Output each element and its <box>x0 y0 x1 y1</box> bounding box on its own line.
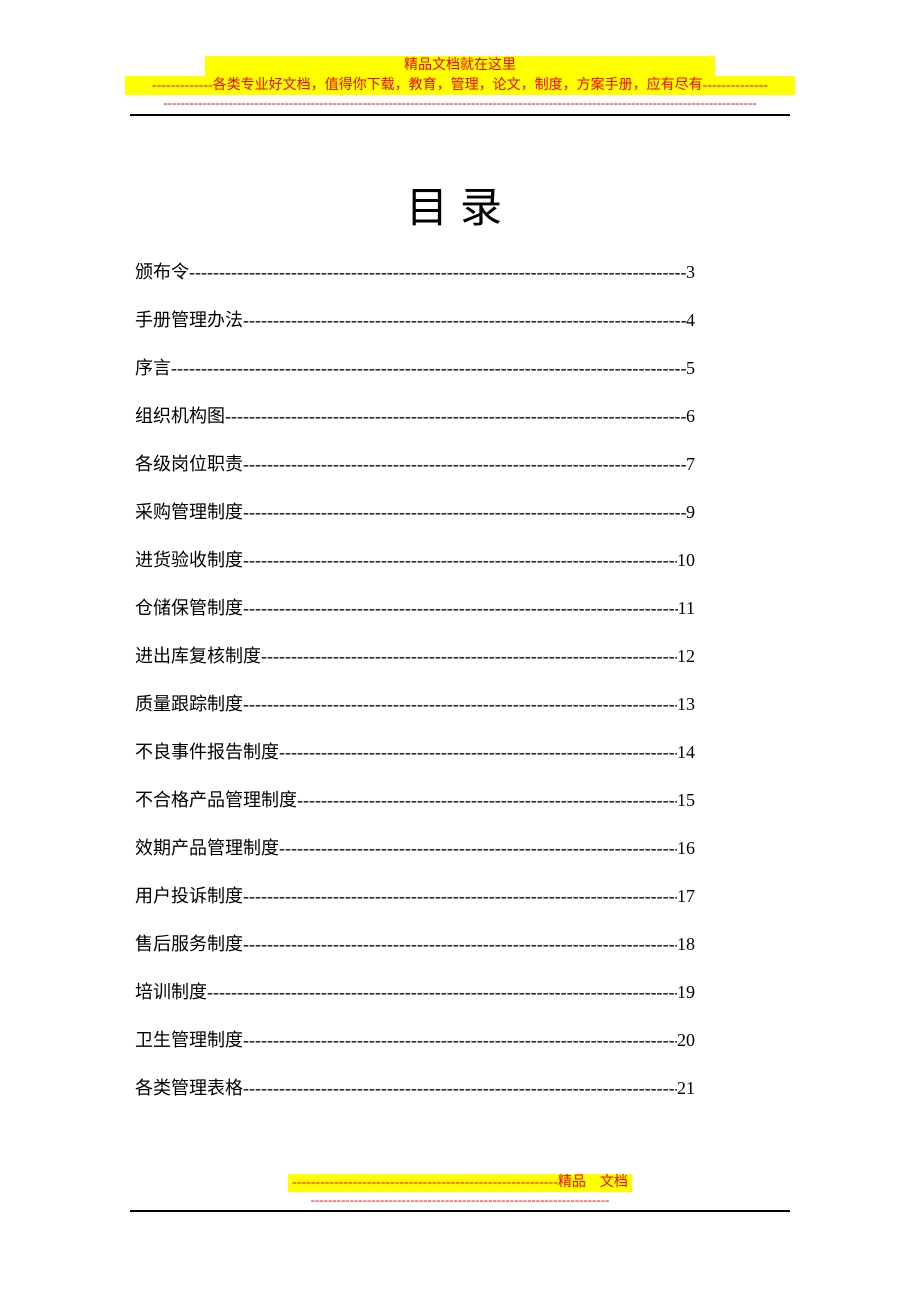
toc-item-page: 6 <box>686 407 695 425</box>
toc-leader-dashes: ----------------------------------------… <box>279 839 677 857</box>
toc-item-page: 10 <box>677 551 695 569</box>
toc-row: 组织机构图-----------------------------------… <box>135 407 695 425</box>
toc-item-page: 13 <box>677 695 695 713</box>
toc-row: 采购管理制度----------------------------------… <box>135 503 695 521</box>
toc-leader-dashes: ----------------------------------------… <box>297 791 677 809</box>
toc-item-page: 15 <box>677 791 695 809</box>
toc-leader-dashes: ----------------------------------------… <box>243 1079 677 1097</box>
toc-row: 不合格产品管理制度-------------------------------… <box>135 791 695 809</box>
toc-item-title: 仓储保管制度 <box>135 599 243 617</box>
toc-item-title: 进货验收制度 <box>135 551 243 569</box>
toc-item-title: 颁布令 <box>135 263 189 281</box>
toc-row: 用户投诉制度----------------------------------… <box>135 887 695 905</box>
toc-row: 仓储保管制度----------------------------------… <box>135 599 695 617</box>
toc-leader-dashes: ----------------------------------------… <box>243 1031 677 1049</box>
footer-dashes-left: ----------------------------------------… <box>292 1175 558 1190</box>
toc-item-page: 21 <box>677 1079 695 1097</box>
toc-item-page: 16 <box>677 839 695 857</box>
table-of-contents: 颁布令-------------------------------------… <box>135 263 695 1097</box>
toc-item-title: 手册管理办法 <box>135 311 243 329</box>
header-red-dashes: ----------------------------------------… <box>0 95 920 112</box>
toc-leader-dashes: ----------------------------------------… <box>243 551 677 569</box>
toc-item-title: 各类管理表格 <box>135 1079 243 1097</box>
page-title: 目录 <box>0 174 920 235</box>
toc-item-page: 7 <box>686 455 695 473</box>
toc-item-page: 17 <box>677 887 695 905</box>
toc-row: 各类管理表格----------------------------------… <box>135 1079 695 1097</box>
toc-item-title: 用户投诉制度 <box>135 887 243 905</box>
header-underline <box>130 114 790 116</box>
toc-row: 培训制度------------------------------------… <box>135 983 695 1001</box>
toc-row: 效期产品管理制度--------------------------------… <box>135 839 695 857</box>
toc-row: 手册管理办法----------------------------------… <box>135 311 695 329</box>
toc-row: 进出库复核制度---------------------------------… <box>135 647 695 665</box>
page-header: 精品文档就在这里 -------------各类专业好文档，值得你下载，教育，管… <box>0 0 920 116</box>
toc-leader-dashes: ----------------------------------------… <box>189 263 686 281</box>
toc-leader-dashes: ----------------------------------------… <box>243 311 686 329</box>
toc-item-title: 质量跟踪制度 <box>135 695 243 713</box>
footer-red-dashes: ----------------------------------------… <box>0 1192 920 1208</box>
toc-item-page: 12 <box>677 647 695 665</box>
toc-row: 售后服务制度----------------------------------… <box>135 935 695 953</box>
toc-leader-dashes: ----------------------------------------… <box>207 983 677 1001</box>
toc-item-page: 9 <box>686 503 695 521</box>
toc-row: 卫生管理制度----------------------------------… <box>135 1031 695 1049</box>
toc-item-title: 各级岗位职责 <box>135 455 243 473</box>
toc-item-title: 售后服务制度 <box>135 935 243 953</box>
toc-leader-dashes: ----------------------------------------… <box>243 503 686 521</box>
header-highlight-2: -------------各类专业好文档，值得你下载，教育，管理，论文，制度，方… <box>125 76 795 96</box>
toc-item-page: 18 <box>677 935 695 953</box>
toc-item-title: 不良事件报告制度 <box>135 743 279 761</box>
toc-leader-dashes: ----------------------------------------… <box>225 407 686 425</box>
toc-leader-dashes: ----------------------------------------… <box>243 695 677 713</box>
toc-item-page: 4 <box>686 311 695 329</box>
toc-row: 不良事件报告制度--------------------------------… <box>135 743 695 761</box>
footer-label-1: 精品 <box>558 1175 586 1190</box>
toc-item-title: 采购管理制度 <box>135 503 243 521</box>
toc-item-page: 19 <box>677 983 695 1001</box>
toc-row: 进货验收制度----------------------------------… <box>135 551 695 569</box>
header-line2-suffix: -------------- <box>703 78 768 93</box>
toc-leader-dashes: ----------------------------------------… <box>243 599 678 617</box>
toc-item-page: 5 <box>686 359 695 377</box>
toc-leader-dashes: ----------------------------------------… <box>261 647 677 665</box>
page-footer: ----------------------------------------… <box>0 1173 920 1212</box>
toc-item-title: 序言 <box>135 359 171 377</box>
toc-item-title: 不合格产品管理制度 <box>135 791 297 809</box>
header-highlight-1: 精品文档就在这里 <box>205 56 715 76</box>
toc-leader-dashes: ----------------------------------------… <box>243 455 686 473</box>
toc-item-page: 3 <box>686 263 695 281</box>
header-line2-text: 各类专业好文档，值得你下载，教育，管理，论文，制度，方案手册，应有尽有 <box>213 78 703 93</box>
toc-row: 颁布令-------------------------------------… <box>135 263 695 281</box>
header-line2-prefix: ------------- <box>152 78 213 93</box>
toc-item-title: 培训制度 <box>135 983 207 1001</box>
toc-item-page: 11 <box>678 599 695 617</box>
toc-item-title: 卫生管理制度 <box>135 1031 243 1049</box>
toc-row: 序言--------------------------------------… <box>135 359 695 377</box>
toc-row: 各级岗位职责----------------------------------… <box>135 455 695 473</box>
toc-item-page: 20 <box>677 1031 695 1049</box>
toc-row: 质量跟踪制度----------------------------------… <box>135 695 695 713</box>
footer-highlight: ----------------------------------------… <box>288 1174 632 1192</box>
toc-leader-dashes: ----------------------------------------… <box>171 359 686 377</box>
toc-leader-dashes: ----------------------------------------… <box>243 935 677 953</box>
toc-leader-dashes: ----------------------------------------… <box>243 887 677 905</box>
toc-item-title: 效期产品管理制度 <box>135 839 279 857</box>
toc-item-title: 组织机构图 <box>135 407 225 425</box>
footer-label-2: 文档 <box>600 1175 628 1190</box>
footer-underline <box>130 1210 790 1212</box>
toc-item-title: 进出库复核制度 <box>135 647 261 665</box>
toc-leader-dashes: ----------------------------------------… <box>279 743 677 761</box>
toc-item-page: 14 <box>677 743 695 761</box>
